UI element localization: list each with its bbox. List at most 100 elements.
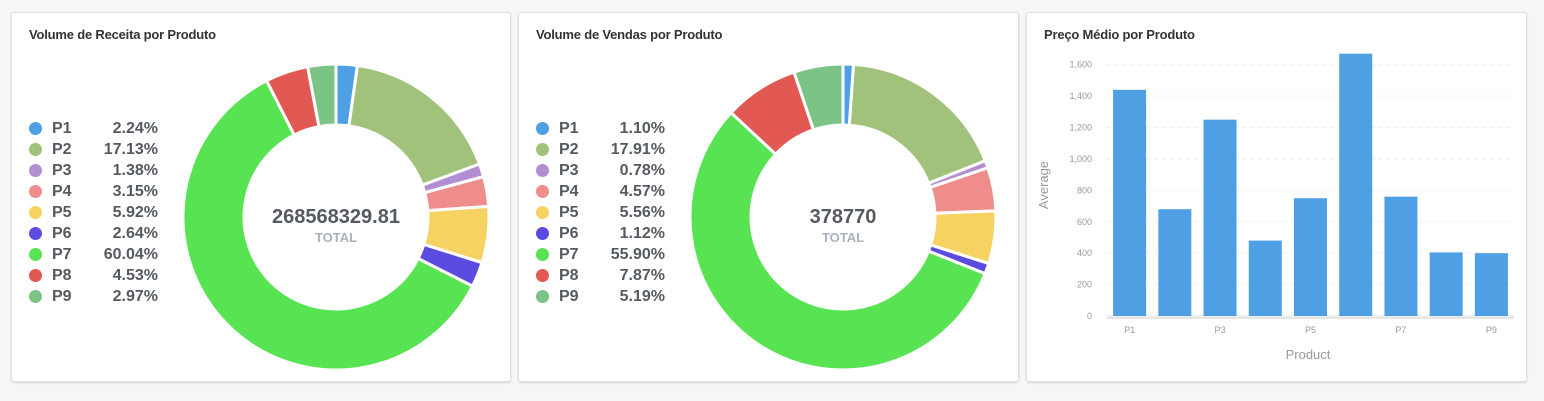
y-axis-title: Average	[1036, 161, 1051, 209]
legend-label: P6	[559, 224, 579, 242]
x-tick-label: P7	[1395, 325, 1406, 335]
legend-marker	[536, 164, 549, 177]
legend-marker	[536, 290, 549, 303]
legend-label: P4	[52, 182, 72, 200]
legend-marker	[536, 143, 549, 156]
donut-total-label: TOTAL	[315, 230, 357, 245]
bar-p7[interactable]	[1384, 196, 1418, 316]
bar-p4[interactable]	[1248, 240, 1282, 316]
legend-percent: 3.15%	[112, 182, 158, 200]
legend-label: P5	[52, 203, 72, 221]
y-tick-label: 1,000	[1069, 154, 1092, 164]
bar-p1[interactable]	[1113, 89, 1147, 316]
legend-marker	[536, 227, 549, 240]
legend-label: P6	[52, 224, 72, 242]
legend-marker	[29, 122, 42, 135]
legend-label: P7	[559, 245, 579, 263]
legend-marker	[29, 206, 42, 219]
legend-label: P8	[559, 266, 579, 284]
legend-percent: 1.12%	[619, 224, 665, 242]
legend-item-p9[interactable]: P9 5.19%	[536, 286, 665, 307]
x-axis-title: Product	[1286, 347, 1331, 362]
legend-item-p1[interactable]: P1 2.24%	[29, 118, 158, 139]
legend-item-p6[interactable]: P6 1.12%	[536, 223, 665, 244]
legend-percent: 55.90%	[610, 245, 665, 263]
revenue-legend: P1 2.24% P2 17.13% P3 1.38% P4 3.15% P5 5.92% P6 2.…	[29, 118, 158, 307]
avg-price-chart-card: Preço Médio por Produto 0 200 400 600 800 1,0…	[1026, 12, 1527, 382]
legend-percent: 4.57%	[619, 182, 665, 200]
legend-item-p1[interactable]: P1 1.10%	[536, 118, 665, 139]
legend-label: P2	[559, 140, 579, 158]
legend-item-p8[interactable]: P8 7.87%	[536, 265, 665, 286]
legend-marker	[536, 248, 549, 261]
bar-p9[interactable]	[1474, 253, 1508, 316]
legend-label: P7	[52, 245, 72, 263]
revenue-chart-card: Volume de Receita por Produto P1 2.24% P2 1…	[11, 12, 511, 382]
donut-total-value: 268568329.81	[272, 206, 400, 228]
legend-percent: 7.87%	[619, 266, 665, 284]
legend-item-p6[interactable]: P6 2.64%	[29, 223, 158, 244]
donut-slice-p2[interactable]	[347, 63, 482, 188]
legend-label: P5	[559, 203, 579, 221]
y-tick-label: 400	[1077, 248, 1092, 258]
legend-item-p2[interactable]: P2 17.13%	[29, 139, 158, 160]
legend-percent: 1.10%	[619, 119, 665, 137]
y-tick-label: 200	[1077, 280, 1092, 290]
bar-p5[interactable]	[1293, 198, 1328, 316]
legend-marker	[29, 227, 42, 240]
legend-item-p3[interactable]: P3 1.38%	[29, 160, 158, 181]
legend-item-p4[interactable]: P4 3.15%	[29, 181, 158, 202]
revenue-donut-chart: 268568329.81 TOTAL	[181, 62, 491, 372]
avg-price-bar-chart: 0 200 400 600 800 1,000 1,200 1,400 1,600 P1 P3 P5 P…	[1036, 53, 1514, 362]
legend-percent: 2.24%	[112, 119, 158, 137]
y-tick-label: 600	[1077, 217, 1092, 227]
sales-chart-card: Volume de Vendas por Produto P1 1.10% P2 17…	[518, 12, 1019, 382]
bar-p3[interactable]	[1203, 119, 1237, 316]
legend-label: P3	[559, 161, 579, 179]
x-tick-label: P9	[1486, 325, 1497, 335]
bar-p8[interactable]	[1429, 252, 1463, 316]
legend-marker	[29, 290, 42, 303]
legend-marker	[536, 206, 549, 219]
legend-marker	[29, 143, 42, 156]
legend-percent: 0.78%	[619, 161, 665, 179]
legend-item-p5[interactable]: P5 5.56%	[536, 202, 665, 223]
legend-marker	[536, 122, 549, 135]
legend-item-p3[interactable]: P3 0.78%	[536, 160, 665, 181]
legend-percent: 5.19%	[619, 287, 665, 305]
donut-slice-p2[interactable]	[847, 62, 988, 186]
legend-percent: 2.97%	[112, 287, 158, 305]
revenue-chart-title: Volume de Receita por Produto	[29, 27, 216, 42]
bar-p2[interactable]	[1158, 209, 1192, 316]
sales-donut-chart: 378770 TOTAL	[688, 62, 998, 372]
legend-percent: 2.64%	[112, 224, 158, 242]
legend-label: P9	[559, 287, 579, 305]
legend-marker	[536, 269, 549, 282]
legend-marker	[29, 269, 42, 282]
legend-item-p9[interactable]: P9 2.97%	[29, 286, 158, 307]
y-tick-label: 1,200	[1069, 123, 1092, 133]
legend-item-p4[interactable]: P4 4.57%	[536, 181, 665, 202]
sales-chart-title: Volume de Vendas por Produto	[536, 27, 723, 42]
donut-total-label: TOTAL	[822, 230, 864, 245]
y-tick-label: 800	[1077, 185, 1092, 195]
legend-label: P2	[52, 140, 72, 158]
legend-item-p8[interactable]: P8 4.53%	[29, 265, 158, 286]
legend-percent: 1.38%	[112, 161, 158, 179]
bar-p6[interactable]	[1339, 53, 1373, 317]
legend-marker	[29, 248, 42, 261]
legend-label: P3	[52, 161, 72, 179]
sales-legend: P1 1.10% P2 17.91% P3 0.78% P4 4.57% P5 5.56% P6 1.…	[536, 118, 665, 307]
legend-marker	[536, 185, 549, 198]
legend-label: P4	[559, 182, 579, 200]
legend-item-p7[interactable]: P7 60.04%	[29, 244, 158, 265]
legend-label: P1	[52, 119, 72, 137]
legend-percent: 5.56%	[619, 203, 665, 221]
y-tick-label: 1,400	[1069, 91, 1092, 101]
legend-item-p5[interactable]: P5 5.92%	[29, 202, 158, 223]
legend-item-p7[interactable]: P7 55.90%	[536, 244, 665, 265]
legend-item-p2[interactable]: P2 17.91%	[536, 139, 665, 160]
legend-label: P8	[52, 266, 72, 284]
legend-percent: 17.91%	[610, 140, 665, 158]
legend-percent: 4.53%	[112, 266, 158, 284]
